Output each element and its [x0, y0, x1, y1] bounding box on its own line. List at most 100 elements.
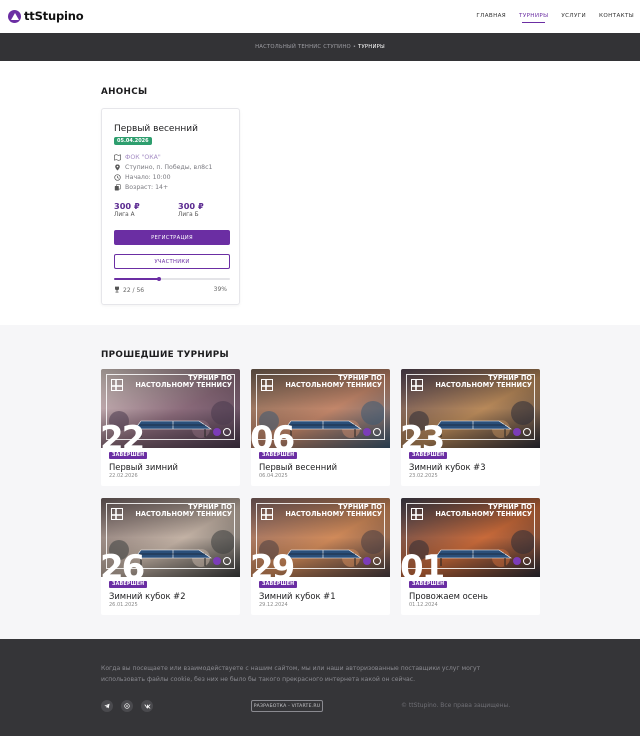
poster-banner: ТУРНИР ПО НАСТОЛЬНОМУ ТЕННИСУ [135, 504, 232, 518]
tournament-name[interactable]: Зимний кубок #2 [109, 591, 186, 601]
tournament-card[interactable]: ТУРНИР ПО НАСТОЛЬНОМУ ТЕННИСУ 29 ЗАВЕРШЕ… [251, 498, 390, 615]
tournament-poster[interactable]: ТУРНИР ПО НАСТОЛЬНОМУ ТЕННИСУ 23 [401, 369, 540, 448]
breadcrumb: НАСТОЛЬНЫЙ ТЕННИС СТУПИНО • ТУРНИРЫ [0, 33, 640, 61]
price-league-b: 300 ₽ [178, 201, 204, 211]
tournament-card[interactable]: ТУРНИР ПО НАСТОЛЬНОМУ ТЕННИСУ 23 ЗАВЕРШЕ… [401, 369, 540, 486]
tournament-card[interactable]: ТУРНИР ПО НАСТОЛЬНОМУ ТЕННИСУ 22 ЗАВЕРШЕ… [101, 369, 240, 486]
status-badge: ЗАВЕРШЕН [109, 452, 148, 459]
nav-item-home[interactable]: ГЛАВНАЯ [476, 13, 506, 22]
poster-logos [513, 557, 531, 565]
registration-progress-fill [114, 277, 162, 281]
poster-logos [363, 428, 381, 436]
registration-percent: 39% [213, 286, 227, 293]
site-footer: Когда вы посещаете или взаимодействуете … [0, 639, 640, 736]
tournament-poster[interactable]: ТУРНИР ПО НАСТОЛЬНОМУ ТЕННИСУ 29 [251, 498, 390, 577]
event-title[interactable]: Первый весенний [114, 124, 198, 134]
tournament-card[interactable]: ТУРНИР ПО НАСТОЛЬНОМУ ТЕННИСУ 01 ЗАВЕРШЕ… [401, 498, 540, 615]
registration-progress-bar [114, 277, 230, 281]
tournament-date: 01.12.2024 [409, 602, 438, 608]
telegram-icon[interactable] [101, 700, 113, 712]
poster-banner-line2: НАСТОЛЬНОМУ ТЕННИСУ [135, 381, 232, 389]
tournament-name[interactable]: Провожаем осень [409, 591, 488, 601]
breadcrumb-parent[interactable]: НАСТОЛЬНЫЙ ТЕННИС СТУПИНО [255, 44, 351, 50]
club-logo-icon [213, 428, 221, 436]
poster-banner-line2: НАСТОЛЬНОМУ ТЕННИСУ [285, 510, 382, 518]
tournament-date: 23.02.2025 [409, 473, 438, 479]
tournament-poster[interactable]: ТУРНИР ПО НАСТОЛЬНОМУ ТЕННИСУ 26 [101, 498, 240, 577]
tournament-day-number: 23 [401, 419, 445, 448]
announcements-title: АНОНСЫ [101, 87, 148, 97]
partner-logo-icon [223, 557, 231, 565]
tournament-name[interactable]: Зимний кубок #1 [259, 591, 336, 601]
nav-item-contacts[interactable]: КОНТАКТЫ [599, 13, 634, 22]
club-logo-icon [363, 428, 371, 436]
tournament-poster[interactable]: ТУРНИР ПО НАСТОЛЬНОМУ ТЕННИСУ 06 [251, 369, 390, 448]
cookie-notice: Когда вы посещаете или взаимодействуете … [101, 665, 481, 683]
tournament-card[interactable]: ТУРНИР ПО НАСТОЛЬНОМУ ТЕННИСУ 26 ЗАВЕРШЕ… [101, 498, 240, 615]
past-tournaments-title: ПРОШЕДШИЕ ТУРНИРЫ [101, 350, 229, 360]
club-logo-icon [513, 557, 521, 565]
whatsapp-icon[interactable] [121, 700, 133, 712]
breadcrumb-current: ТУРНИРЫ [358, 44, 385, 50]
partner-logo-icon [373, 557, 381, 565]
poster-banner: ТУРНИР ПО НАСТОЛЬНОМУ ТЕННИСУ [285, 375, 382, 389]
event-address-row: Ступино, п. Победы, вл8с1 [114, 164, 212, 171]
tournament-name[interactable]: Первый весенний [259, 462, 337, 472]
poster-logos [513, 428, 531, 436]
event-age: Возраст: 14+ [125, 184, 169, 191]
event-card: Первый весенний 05.04.2026 ФОК "ОКА" Сту… [101, 108, 240, 305]
tournament-day-number: 22 [101, 419, 145, 448]
poster-logos [213, 557, 231, 565]
social-links [101, 700, 153, 712]
tournament-date: 06.04.2025 [259, 473, 288, 479]
poster-logos [363, 557, 381, 565]
poster-banner: ТУРНИР ПО НАСТОЛЬНОМУ ТЕННИСУ [285, 504, 382, 518]
register-button[interactable]: РЕГИСТРАЦИЯ [114, 230, 230, 245]
age-icon [114, 184, 121, 191]
club-logo-icon [213, 557, 221, 565]
qr-code-icon [261, 508, 273, 520]
site-logo[interactable]: ttStupino [8, 9, 84, 23]
tournament-name[interactable]: Первый зимний [109, 462, 178, 472]
registration-count: 22 / 56 [123, 287, 145, 294]
tournament-name[interactable]: Зимний кубок #3 [409, 462, 486, 472]
developer-badge[interactable]: РАЗРАБОТКА - VITARTE.RU [251, 700, 323, 712]
location-pin-icon [114, 164, 121, 171]
tournament-card[interactable]: ТУРНИР ПО НАСТОЛЬНОМУ ТЕННИСУ 06 ЗАВЕРШЕ… [251, 369, 390, 486]
tournament-day-number: 29 [251, 548, 295, 577]
main-nav: ГЛАВНАЯ ТУРНИРЫ УСЛУГИ КОНТАКТЫ [476, 13, 634, 23]
vk-icon[interactable] [141, 700, 153, 712]
nav-item-tournaments[interactable]: ТУРНИРЫ [519, 13, 548, 23]
nav-item-services[interactable]: УСЛУГИ [561, 13, 586, 22]
copyright: © ttStupino. Все права защищены. [401, 702, 511, 709]
poster-banner-line2: НАСТОЛЬНОМУ ТЕННИСУ [435, 510, 532, 518]
breadcrumb-separator: • [352, 44, 357, 50]
participants-button[interactable]: УЧАСТНИКИ [114, 254, 230, 269]
trophy-icon [114, 286, 120, 295]
poster-logos [213, 428, 231, 436]
status-badge: ЗАВЕРШЕН [109, 581, 148, 588]
event-date-badge: 05.04.2026 [114, 137, 152, 145]
qr-code-icon [411, 379, 423, 391]
map-icon [114, 154, 121, 161]
qr-code-icon [261, 379, 273, 391]
event-venue[interactable]: ФОК "ОКА" [125, 154, 161, 161]
league-a-label: Лига А [114, 212, 135, 218]
partner-logo-icon [373, 428, 381, 436]
event-start-row: Начало: 10:00 [114, 174, 171, 181]
tournament-day-number: 06 [251, 419, 295, 448]
event-address: Ступино, п. Победы, вл8с1 [125, 164, 213, 171]
tournament-poster[interactable]: ТУРНИР ПО НАСТОЛЬНОМУ ТЕННИСУ 22 [101, 369, 240, 448]
tournament-poster[interactable]: ТУРНИР ПО НАСТОЛЬНОМУ ТЕННИСУ 01 [401, 498, 540, 577]
tournament-day-number: 01 [401, 548, 445, 577]
poster-banner: ТУРНИР ПО НАСТОЛЬНОМУ ТЕННИСУ [435, 504, 532, 518]
event-start-time: Начало: 10:00 [125, 174, 171, 181]
tournament-date: 29.12.2024 [259, 602, 288, 608]
qr-code-icon [111, 379, 123, 391]
poster-banner-line2: НАСТОЛЬНОМУ ТЕННИСУ [135, 510, 232, 518]
registration-count-row: 22 / 56 [114, 286, 144, 295]
event-venue-row: ФОК "ОКА" [114, 154, 161, 161]
status-badge: ЗАВЕРШЕН [409, 581, 448, 588]
tournament-date: 22.02.2026 [109, 473, 138, 479]
event-age-row: Возраст: 14+ [114, 184, 168, 191]
